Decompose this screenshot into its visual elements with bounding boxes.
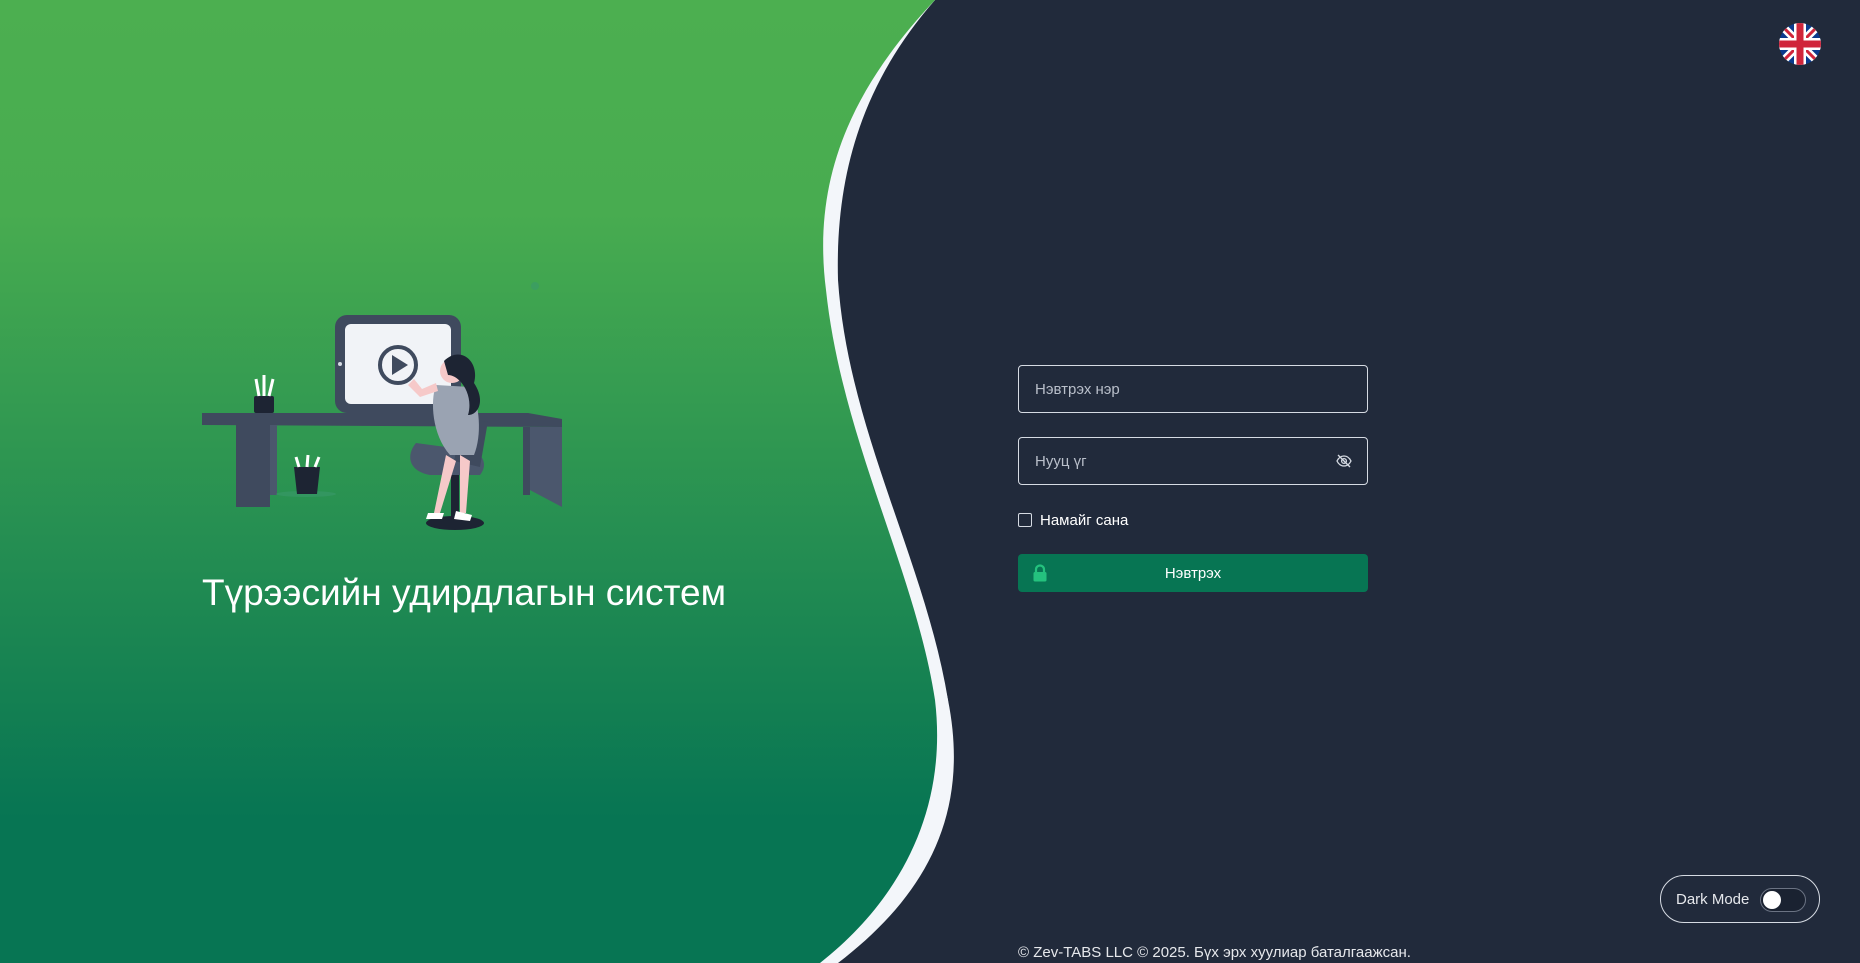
login-button[interactable]: Нэвтрэх: [1018, 554, 1368, 592]
login-button-label: Нэвтрэх: [1164, 564, 1222, 582]
dark-mode-label: Dark Mode: [1676, 890, 1750, 908]
remember-me-label[interactable]: Намайг сана: [1040, 512, 1128, 529]
copyright-text: © Zev-TABS LLC © 2025. Бүх эрх хуулиар б…: [1018, 944, 1411, 961]
switch-knob: [1763, 891, 1781, 909]
login-form: Намайг сана Нэвтрэх: [1018, 365, 1368, 592]
system-title: Түрээсийн удирдлагын систем: [202, 572, 727, 613]
username-input[interactable]: [1019, 366, 1367, 412]
remember-me-row: Намайг сана: [1018, 511, 1368, 529]
dark-mode-toggle[interactable]: Dark Mode: [1660, 875, 1820, 923]
lock-icon: [1033, 564, 1047, 582]
username-field-container: [1018, 365, 1368, 413]
eye-slash-icon[interactable]: [1335, 452, 1353, 470]
password-field-container: [1018, 437, 1368, 485]
dark-mode-switch[interactable]: [1760, 888, 1806, 912]
uk-flag-icon: [1779, 23, 1821, 65]
language-switch-button[interactable]: [1779, 23, 1821, 65]
password-input[interactable]: [1019, 438, 1367, 484]
desk-illustration: [202, 282, 562, 530]
hero-panel: Түрээсийн удирдлагын систем: [0, 0, 960, 963]
remember-me-checkbox[interactable]: [1018, 513, 1032, 527]
